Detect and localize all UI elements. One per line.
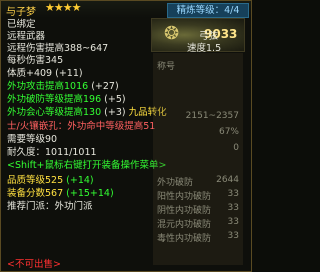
score-line: 装备分数567 (+15+14) [7, 188, 114, 200]
crit-bonus: 外功会心等级提高130 [7, 107, 102, 118]
refine-level-badge: 精炼等级：4/4 [167, 3, 249, 18]
tooltip-header: 与子梦 ★★★★ 精炼等级：4/4 [1, 1, 251, 18]
compare-percent: 67% [218, 127, 239, 137]
hunyuan-value: 33 [227, 217, 239, 227]
quality-rating-bonus: (+14) [66, 175, 94, 186]
compare-damage: 2151~2357 [185, 111, 239, 121]
title-label: 称号 [157, 62, 176, 72]
vitality-stat: 体质+409 (+11) [7, 68, 83, 79]
pierce-bonus-refine: (+5) [104, 94, 126, 105]
comparison-panel: 称号 2151~2357 67% 0 外功破防 2644 阳性内功破防 33 阴… [153, 53, 243, 265]
equipment-score: 装备分数567 [7, 188, 64, 199]
yang-value: 33 [227, 189, 239, 199]
quality-rating: 品质等级525 [7, 175, 64, 186]
attack-bonus-refine: (+27) [91, 81, 119, 92]
quality-rating-line: 品质等级525 (+14) [7, 175, 94, 187]
yin-label: 阴性内功破防 [157, 206, 212, 216]
attack-bonus-line: 外功攻击提高1016 (+27) [7, 81, 119, 93]
item-tooltip: 与子梦 ★★★★ 精炼等级：4/4 ❂ 9033 已绑定 远程武器 弓弦 远程伤… [0, 0, 252, 272]
compare-zero: 0 [233, 143, 239, 153]
shift-hint: <Shift+鼠标右键打开装备操作菜单> [7, 160, 167, 171]
item-type: 弓弦 [199, 31, 219, 42]
gem-socket: 士/火镶嵌孔：外功命中等级提高51 [7, 121, 156, 132]
bound-status: 已绑定 [7, 19, 36, 30]
gem-socket-line: 士/火镶嵌孔：外功命中等级提高51 [7, 121, 155, 133]
hunyuan-label: 混元内功破防 [157, 220, 212, 230]
quality-stars: ★★★★ [45, 1, 81, 14]
yin-value: 33 [227, 203, 239, 213]
dragon-emblem-icon: ❂ [164, 23, 180, 44]
item-name: 与子梦 [6, 7, 36, 18]
item-category: 远程武器 [7, 31, 46, 42]
pierce-bonus-line: 外功破防等级提高196 (+5) [7, 94, 126, 106]
poison-value: 33 [227, 231, 239, 241]
equipment-score-bonus: (+15+14) [66, 188, 114, 199]
unsellable-label: <不可出售> [7, 259, 61, 270]
pierce-label: 外功破防 [157, 178, 194, 188]
recommended-class: 推荐门派：外功门派 [7, 201, 93, 212]
pierce-bonus: 外功破防等级提高196 [7, 94, 102, 105]
durability: 耐久度：1011/1011 [7, 147, 97, 158]
pierce-value: 2644 [216, 175, 239, 185]
crit-bonus-line: 外功会心等级提高130 (+3) 九品转化 [7, 107, 167, 119]
required-level: 需要等级90 [7, 134, 58, 145]
crit-bonus-refine: (+3) [104, 107, 126, 118]
dps: 每秒伤害345 [7, 55, 64, 66]
attack-bonus: 外功攻击提高1016 [7, 81, 89, 92]
yang-label: 阳性内功破防 [157, 192, 212, 202]
ranged-damage: 远程伤害提高388~647 [7, 43, 109, 54]
poison-label: 毒性内功破防 [157, 234, 212, 244]
